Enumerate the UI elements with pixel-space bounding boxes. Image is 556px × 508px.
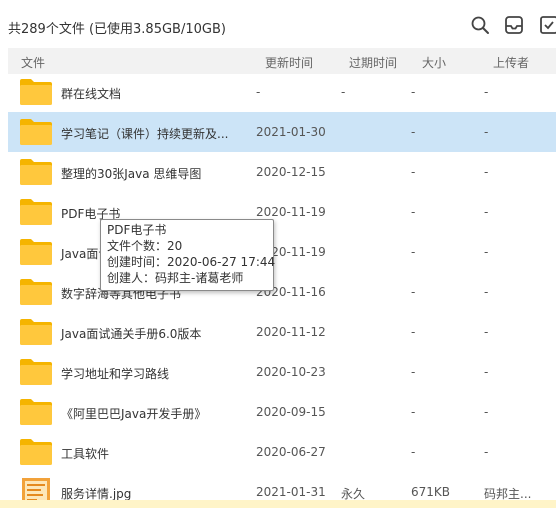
- folder-icon: [19, 398, 53, 426]
- file-uploader: -: [484, 285, 489, 299]
- folder-icon: [19, 118, 53, 146]
- column-modified[interactable]: 更新时间: [265, 54, 313, 71]
- file-row[interactable]: 整理的30张Java 思维导图 2020-12-15 - -: [8, 152, 556, 192]
- bottom-band: [0, 500, 556, 508]
- file-size: -: [411, 205, 416, 219]
- folder-icon: [19, 158, 53, 186]
- file-uploader: -: [484, 205, 489, 219]
- tooltip-creator: 创建人：码邦主-诸葛老师: [107, 271, 244, 285]
- file-row[interactable]: Java面试 2020-11-19 - -: [8, 232, 556, 272]
- file-size: -: [411, 85, 416, 99]
- file-modified: 2020-11-19: [256, 205, 326, 219]
- tooltip-count: 文件个数：20: [107, 239, 183, 253]
- file-name: Java面试通关手册6.0版本: [61, 327, 202, 341]
- folder-icon: [19, 278, 53, 306]
- tooltip-title: PDF电子书: [107, 223, 167, 237]
- file-modified: 2020-09-15: [256, 405, 326, 419]
- file-row[interactable]: 学习地址和学习路线 2020-10-23 - -: [8, 352, 556, 392]
- column-size[interactable]: 大小: [422, 54, 446, 71]
- column-file[interactable]: 文件: [21, 54, 45, 71]
- toolbar: 共289个文件 (已使用3.85GB/10GB): [0, 0, 556, 44]
- file-uploader: -: [484, 85, 489, 99]
- folder-icon: [19, 198, 53, 226]
- folder-icon: [19, 318, 53, 346]
- file-name: 工具软件: [61, 447, 110, 461]
- inbox-icon[interactable]: [503, 14, 525, 36]
- column-uploader[interactable]: 上传者: [493, 54, 529, 71]
- file-row[interactable]: 数字辞海等其他电子书 2020-11-16 - -: [8, 272, 556, 312]
- folder-icon: [19, 438, 53, 466]
- folder-icon: [19, 238, 53, 266]
- file-size: -: [411, 165, 416, 179]
- storage-summary: 共289个文件 (已使用3.85GB/10GB): [8, 22, 226, 37]
- file-size: -: [411, 365, 416, 379]
- file-row[interactable]: PDF电子书 2020-11-19 - -: [8, 192, 556, 232]
- file-row[interactable]: 工具软件 2020-06-27 - -: [8, 432, 556, 472]
- file-uploader: -: [484, 365, 489, 379]
- file-name: 整理的30张Java 思维导图: [61, 167, 202, 181]
- file-uploader: -: [484, 325, 489, 339]
- file-size: -: [411, 285, 416, 299]
- column-header: 文件 更新时间 过期时间 大小 上传者: [8, 48, 556, 74]
- file-name: 学习笔记（课件）持续更新及...: [61, 127, 229, 141]
- file-modified: 2020-10-23: [256, 365, 326, 379]
- folder-icon: [19, 78, 53, 106]
- file-name: 群在线文档: [61, 87, 122, 101]
- file-size: 671KB: [411, 485, 451, 499]
- file-modified: 2021-01-31: [256, 485, 326, 499]
- file-name: 《阿里巴巴Java开发手册》: [61, 407, 207, 421]
- file-modified: -: [256, 85, 261, 99]
- file-expires: -: [341, 85, 346, 99]
- file-modified: 2020-06-27: [256, 445, 326, 459]
- folder-tooltip: PDF电子书 文件个数：20 创建时间：2020-06-27 17:44 创建人…: [100, 219, 276, 291]
- file-uploader: -: [484, 405, 489, 419]
- search-icon[interactable]: [469, 14, 491, 36]
- file-size: -: [411, 405, 416, 419]
- file-row-selected[interactable]: 学习笔记（课件）持续更新及... 2021-01-30 - -: [8, 112, 556, 152]
- file-name: 学习地址和学习路线: [61, 367, 170, 381]
- folder-icon: [19, 358, 53, 386]
- check-icon[interactable]: [538, 14, 556, 36]
- file-uploader: -: [484, 445, 489, 459]
- file-row[interactable]: 《阿里巴巴Java开发手册》 2020-09-15 - -: [8, 392, 556, 432]
- file-size: -: [411, 245, 416, 259]
- file-uploader: -: [484, 165, 489, 179]
- file-modified: 2020-12-15: [256, 165, 326, 179]
- file-size: -: [411, 445, 416, 459]
- tooltip-created: 创建时间：2020-06-27 17:44: [107, 255, 276, 269]
- file-uploader: -: [484, 125, 489, 139]
- file-modified: 2020-11-12: [256, 325, 326, 339]
- file-uploader: -: [484, 245, 489, 259]
- column-expires[interactable]: 过期时间: [349, 54, 397, 71]
- file-row[interactable]: Java面试通关手册6.0版本 2020-11-12 - -: [8, 312, 556, 352]
- file-size: -: [411, 125, 416, 139]
- file-modified: 2021-01-30: [256, 125, 326, 139]
- file-row[interactable]: 群在线文档 - - - -: [8, 72, 556, 112]
- file-size: -: [411, 325, 416, 339]
